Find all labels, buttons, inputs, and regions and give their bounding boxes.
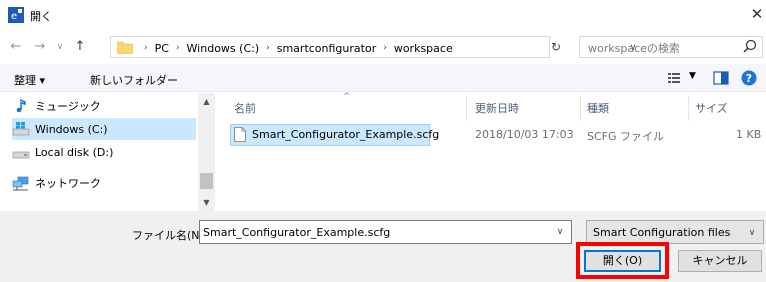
help-icon[interactable]: ? [740, 69, 758, 87]
filename-label: ファイル名(N): [132, 229, 208, 242]
column-header-modified[interactable]: 更新日時 [475, 100, 519, 116]
column-header-name[interactable]: 名前 [234, 100, 256, 116]
breadcrumb-separator: › [383, 43, 387, 53]
chevron-down-icon[interactable]: ∨ [552, 225, 568, 239]
search-placeholder: workspaceの検索 [588, 42, 680, 55]
back-arrow-icon[interactable]: ← [8, 38, 24, 56]
address-bar[interactable]: › PC › Windows (C:) › smartconfigurator … [110, 36, 636, 58]
window-title: 開く [30, 10, 52, 23]
search-box[interactable]: workspaceの検索 [579, 36, 763, 58]
column-divider [580, 95, 581, 121]
file-modified: 2018/10/03 17:03 [475, 128, 574, 141]
sort-ascending-icon: ^ [343, 92, 351, 102]
breadcrumb-separator: › [175, 43, 180, 53]
nav-scrollbar[interactable]: ▲ ▼ [198, 93, 215, 211]
folder-icon [117, 41, 133, 54]
breadcrumb-workspace[interactable]: workspace [394, 42, 453, 55]
nav-item-label: Windows (C:) [35, 122, 108, 136]
column-divider [688, 95, 689, 121]
new-folder-button[interactable]: 新しいフォルダー [90, 72, 178, 88]
svg-text:e: e [11, 11, 17, 22]
file-icon [234, 127, 246, 142]
nav-item-label: Local disk (D:) [35, 145, 114, 159]
up-arrow-icon[interactable]: ↑ [72, 38, 88, 56]
nav-item-label: ネットワーク [35, 177, 101, 190]
chevron-down-icon[interactable]: ∨ [745, 226, 759, 240]
file-name: Smart_Configurator_Example.scfg [252, 128, 440, 141]
breadcrumb: › PC › Windows (C:) › smartconfigurator … [137, 40, 453, 56]
close-icon[interactable]: ✕ [748, 4, 766, 24]
file-size: 1 KB [736, 128, 762, 141]
column-header-type[interactable]: 種類 [587, 100, 609, 116]
nav-item-windows-c[interactable]: Windows (C:) [12, 118, 196, 140]
drive-icon [12, 151, 30, 159]
music-icon [16, 99, 26, 113]
svg-text:?: ? [746, 72, 752, 85]
breadcrumb-pc[interactable]: PC [155, 42, 169, 55]
search-icon[interactable] [740, 38, 760, 56]
callout-highlight-box [576, 242, 669, 279]
preview-pane-icon[interactable] [712, 69, 730, 87]
file-type: SCFG ファイル [587, 130, 665, 143]
column-divider [466, 95, 467, 121]
title-bar: e 開く ✕ [0, 0, 766, 30]
refresh-icon[interactable]: ↻ [545, 36, 567, 58]
recent-dropdown-icon[interactable]: ∨ [52, 38, 68, 56]
network-icon [12, 176, 29, 191]
scroll-down-arrow-icon[interactable]: ▼ [198, 196, 215, 210]
app-icon: e [8, 7, 24, 23]
file-row[interactable]: Smart_Configurator_Example.scfg 2018/10/… [230, 124, 766, 146]
breadcrumb-smartconfigurator[interactable]: smartconfigurator [277, 42, 376, 55]
nav-item-label: ミュージック [35, 100, 101, 113]
breadcrumb-windows-c[interactable]: Windows (C:) [187, 42, 260, 55]
scrollbar-thumb[interactable] [200, 173, 213, 189]
filetype-select[interactable]: Smart Configuration files ∨ [586, 220, 764, 244]
view-dropdown-icon[interactable]: ▼ [689, 71, 696, 81]
filename-input[interactable] [203, 224, 548, 240]
forward-arrow-icon[interactable]: → [32, 38, 48, 56]
nav-item-network[interactable]: ネットワーク [12, 172, 192, 194]
view-options-icon[interactable] [666, 69, 686, 87]
nav-item-local-disk-d[interactable]: Local disk (D:) [12, 141, 192, 163]
breadcrumb-separator: › [266, 43, 270, 53]
filename-combobox[interactable]: ∨ [199, 220, 572, 244]
column-header-size[interactable]: サイズ [695, 100, 728, 116]
toolbar: 整理 ▾ 新しいフォルダー ▼ ? [0, 64, 766, 92]
filetype-value: Smart Configuration files [593, 226, 731, 239]
scroll-up-arrow-icon[interactable]: ▲ [198, 95, 215, 109]
breadcrumb-separator: › [144, 43, 148, 53]
windows-drive-icon [12, 122, 30, 136]
nav-item-music[interactable]: ミュージック [12, 95, 192, 117]
organize-button[interactable]: 整理 ▾ [14, 72, 45, 88]
cancel-button[interactable]: キャンセル [678, 250, 762, 272]
